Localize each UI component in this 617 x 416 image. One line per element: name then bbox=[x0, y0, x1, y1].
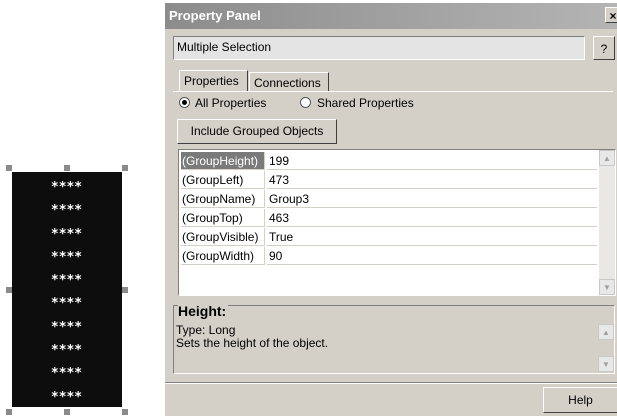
object-row: **** bbox=[51, 180, 83, 195]
tab-properties[interactable]: Properties bbox=[179, 70, 248, 92]
radio-all-properties-label[interactable]: All Properties bbox=[195, 96, 266, 110]
object-row: **** bbox=[51, 343, 83, 359]
radio-all-properties[interactable] bbox=[179, 97, 190, 108]
window-title: Property Panel bbox=[169, 8, 261, 23]
help-question-button[interactable]: ? bbox=[593, 36, 615, 60]
property-row[interactable]: (GroupLeft) 473 bbox=[179, 171, 597, 190]
close-button[interactable]: × bbox=[605, 7, 617, 23]
resize-handle-bottom-right[interactable] bbox=[122, 409, 128, 415]
property-name[interactable]: (GroupLeft) bbox=[181, 171, 265, 189]
help-description-box: Height: Type: Long Sets the height of th… bbox=[173, 303, 615, 374]
scroll-up-icon[interactable]: ▲ bbox=[599, 150, 615, 166]
tab-connections-label: Connections bbox=[254, 76, 321, 90]
property-value[interactable]: Group3 bbox=[267, 190, 597, 208]
property-name[interactable]: (GroupVisible) bbox=[181, 228, 265, 246]
tab-divider bbox=[173, 91, 613, 92]
radio-shared-properties-label[interactable]: Shared Properties bbox=[317, 96, 414, 110]
selected-group-object[interactable]: **** **** **** **** **** **** **** **** … bbox=[12, 172, 122, 407]
resize-handle-left[interactable] bbox=[6, 287, 12, 293]
property-value[interactable]: 473 bbox=[267, 171, 597, 189]
resize-handle-right[interactable] bbox=[122, 287, 128, 293]
property-value[interactable]: 463 bbox=[267, 209, 597, 227]
title-bar[interactable]: Property Panel × bbox=[165, 3, 617, 29]
include-grouped-objects-button[interactable]: Include Grouped Objects bbox=[177, 119, 337, 144]
object-row: **** bbox=[51, 366, 83, 382]
object-row: **** bbox=[51, 203, 83, 219]
resize-handle-bottom[interactable] bbox=[64, 409, 70, 415]
help-button-label: Help bbox=[568, 393, 593, 407]
resize-handle-top-left[interactable] bbox=[6, 165, 12, 171]
help-title: Height: bbox=[178, 303, 229, 319]
property-name[interactable]: (GroupHeight) bbox=[181, 152, 265, 170]
property-grid: (GroupHeight) 199 (GroupLeft) 473 (Group… bbox=[178, 149, 616, 296]
property-row[interactable]: (GroupName) Group3 bbox=[179, 190, 597, 209]
object-text-rows: **** **** **** **** **** **** **** **** … bbox=[12, 176, 122, 409]
property-name[interactable]: (GroupTop) bbox=[181, 209, 265, 227]
selection-field[interactable]: Multiple Selection bbox=[173, 36, 585, 60]
tab-properties-label: Properties bbox=[184, 74, 239, 88]
object-row: **** bbox=[51, 389, 83, 405]
resize-handle-top[interactable] bbox=[64, 165, 70, 171]
property-value[interactable]: 199 bbox=[267, 152, 597, 170]
scroll-down-icon[interactable]: ▼ bbox=[599, 279, 615, 295]
property-row[interactable]: (GroupVisible) True bbox=[179, 228, 597, 247]
property-panel-window: Property Panel × Multiple Selection ? Pr… bbox=[164, 2, 617, 416]
object-row: **** bbox=[51, 249, 83, 265]
help-text: Type: Long Sets the height of the object… bbox=[176, 324, 328, 350]
property-name[interactable]: (GroupName) bbox=[181, 190, 265, 208]
property-row[interactable]: (GroupWidth) 90 bbox=[179, 247, 597, 266]
property-row[interactable]: (GroupTop) 463 bbox=[179, 209, 597, 228]
object-row: **** bbox=[51, 319, 83, 335]
object-row: **** bbox=[51, 226, 83, 242]
resize-handle-bottom-left[interactable] bbox=[6, 409, 12, 415]
radio-shared-properties[interactable] bbox=[300, 97, 311, 108]
property-grid-scrollbar[interactable]: ▲ ▼ bbox=[599, 150, 615, 295]
help-description: Sets the height of the object. bbox=[176, 336, 329, 350]
object-row: **** bbox=[51, 273, 83, 289]
help-scroll-down-icon[interactable]: ▼ bbox=[598, 356, 614, 372]
property-name[interactable]: (GroupWidth) bbox=[181, 247, 265, 265]
tab-connections[interactable]: Connections bbox=[249, 72, 329, 92]
property-value[interactable]: True bbox=[267, 228, 597, 246]
property-row[interactable]: (GroupHeight) 199 bbox=[179, 152, 597, 171]
property-value[interactable]: 90 bbox=[267, 247, 597, 265]
help-button[interactable]: Help bbox=[543, 387, 617, 413]
object-row: **** bbox=[51, 296, 83, 312]
bottom-divider-highlight bbox=[165, 383, 617, 384]
resize-handle-top-right[interactable] bbox=[122, 165, 128, 171]
help-scrollbar[interactable]: ▲ ▼ bbox=[598, 324, 614, 372]
help-scroll-up-icon[interactable]: ▲ bbox=[598, 324, 614, 340]
